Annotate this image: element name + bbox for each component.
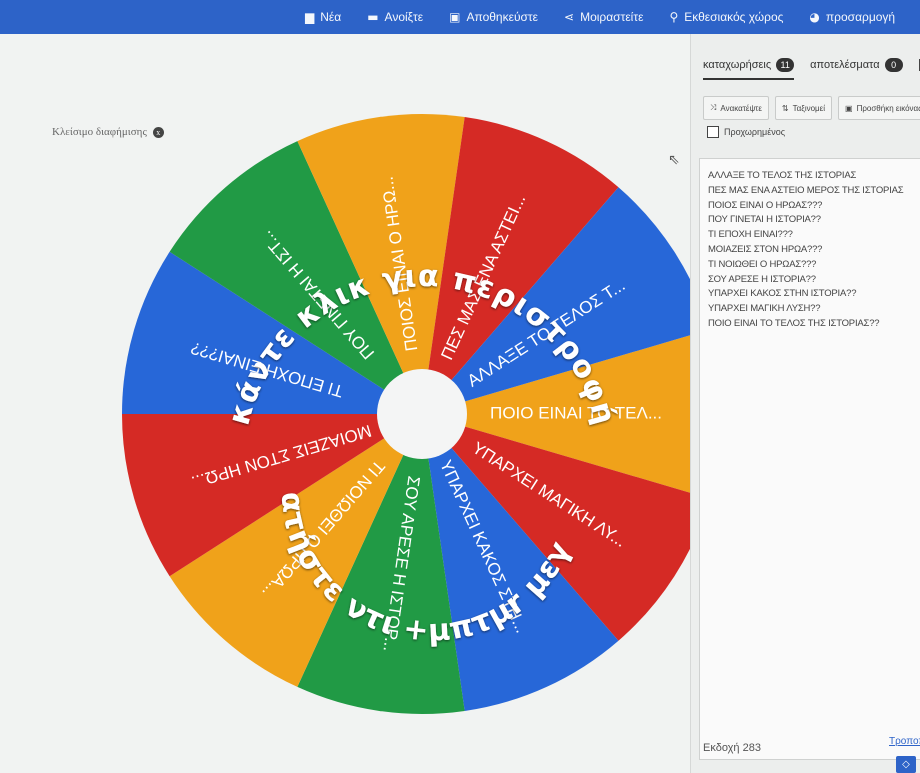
entry-line: ΤΙ ΕΠΟΧΗ ΕΙΝΑΙ??? [708,229,793,241]
menu-icon: ▣ [449,10,461,24]
add-image-button[interactable]: ▣ Προσθήκη εικόνας ▾ [838,96,920,120]
entry-line: ΠΟΥ ΓΙΝΕΤΑΙ Η ΙΣΤΟΡΙΑ?? [708,214,821,226]
shuffle-label: Ανακατέψτε [720,103,762,113]
version-label: Εκδοχή 283 [703,742,761,754]
menu-item-4[interactable]: ⚲ Εκθεσιακός χώρος [669,10,783,24]
results-count-badge: 0 [884,58,903,72]
menu-icon: ⚲ [669,10,679,24]
menu-item-label: Νέα [320,10,342,24]
menu-item-0[interactable]: ▆ Νέα [305,10,341,24]
menu-icon: ▬ [367,10,379,24]
menu-item-label: προσαρμογή [825,10,896,24]
tab-results-label: αποτελέσματα [810,59,880,71]
sort-icon: ⇅ [781,103,789,113]
menu-item-label: Εκθεσιακός χώρος [684,10,784,24]
sort-button[interactable]: ⇅ Ταξινομεί [774,96,833,120]
entry-line: ΥΠΑΡΧΕΙ ΜΑΓΙΚΗ ΛΥΣΗ?? [708,303,821,315]
entries-toolbar: ⤨ Ανακατέψτε ⇅ Ταξινομεί ▣ Προσθήκη εικό… [703,96,920,120]
add-image-label: Προσθήκη εικόνας [856,103,920,113]
entry-line: ΑΛΛΑΞΕ ΤΟ ΤΕΛΟΣ ΤΗΣ ΙΣΤΟΡΙΑΣ [708,170,857,181]
menu-icon: ▆ [305,10,315,24]
menu-item-label: Μοιραστείτε [580,10,644,24]
menu-item-label: Αποθηκεύστε [466,10,539,24]
top-menu-bar: ▆ Νέα ▬ Ανοίξτε ▣ Αποθηκεύστε ⋖ Μοιραστείτε ⚲ Εκθ… [0,0,920,34]
entries-panel: καταχωρήσεις 11 αποτελέσματα 0 κρ ⤨ Ανακ… [690,34,920,773]
entry-line: ΠΟΙΟΣ ΕΙΝΑΙ Ο ΗΡΩΑΣ??? [708,199,823,211]
panel-tabs: καταχωρήσεις 11 αποτελέσματα 0 κρ [691,52,920,84]
menu-item-1[interactable]: ▬ Ανοίξτε [367,10,423,24]
wheel-hub[interactable] [377,369,467,459]
help-icon[interactable]: ◇ [896,756,916,773]
menu-item-label: Ανοίξτε [384,10,424,24]
entry-line: ΥΠΑΡΧΕΙ ΚΑΚΟΣ ΣΤΗΝ ΙΣΤΟΡΙΑ?? [708,288,857,300]
shuffle-button[interactable]: ⤨ Ανακατέψτε [703,96,769,120]
wheel-canvas: Κλείσιμο διαφήμισης x ⇖ ▷ ΠΟΙΟ ΕΙΝΑΙ ΤΟ … [0,34,702,773]
entries-count-badge: 11 [776,58,795,72]
menu-item-5[interactable]: ◕ προσαρμογή [809,10,895,24]
advanced-label: Προχωρημένος [724,127,786,137]
menu-item-3[interactable]: ⋖ Μοιραστείτε [564,10,643,24]
advanced-checkbox[interactable]: Προχωρημένος [707,126,785,138]
image-icon: ▣ [845,103,853,113]
menu-icon: ⋖ [564,10,575,24]
tab-entries-label: καταχωρήσεις [703,59,772,71]
changes-link[interactable]: Τροποπ [889,736,920,747]
shuffle-icon: ⤨ [710,103,717,112]
tab-entries[interactable]: καταχωρήσεις 11 [703,52,795,80]
entry-line: ΜΟΙΑΖΕΙΣ ΣΤΟΝ ΗΡΩΑ??? [708,243,823,255]
menu-item-2[interactable]: ▣ Αποθηκεύστε [449,10,538,24]
spin-wheel[interactable]: ΠΟΙΟ ΕΙΝΑΙ ΤΟ ΤΕΛ...ΥΠΑΡΧΕΙ ΜΑΓΙΚΗ ΛΥ...… [0,34,690,773]
advanced-checkbox-box[interactable] [707,126,719,138]
tab-results[interactable]: αποτελέσματα 0 [810,52,903,78]
entry-line: ΠΕΣ ΜΑΣ ΕΝΑ ΑΣΤΕΙΟ ΜΕΡΟΣ ΤΗΣ ΙΣΤΟΡΙΑΣ [708,184,904,196]
entry-line: ΠΟΙΟ ΕΙΝΑΙ ΤΟ ΤΕΛΟΣ ΤΗΣ ΙΣΤΟΡΙΑΣ?? [708,317,880,329]
entry-line: ΤΙ ΝΟΙΩΘΕΙ Ο ΗΡΩΑΣ??? [708,258,817,270]
entries-textarea[interactable]: ΑΛΛΑΞΕ ΤΟ ΤΕΛΟΣ ΤΗΣ ΙΣΤΟΡΙΑΣ ΠΕΣ ΜΑΣ ΕΝΑ … [699,158,920,760]
wheel-segment-label: ΠΟΙΟ ΕΙΝΑΙ ΤΟ ΤΕΛ... [490,403,662,422]
menu-icon: ◕ [809,10,820,24]
sort-label: Ταξινομεί [792,103,826,113]
entry-line: ΣΟΥ ΑΡΕΣΕ Η ΙΣΤΟΡΙΑ?? [708,273,816,285]
